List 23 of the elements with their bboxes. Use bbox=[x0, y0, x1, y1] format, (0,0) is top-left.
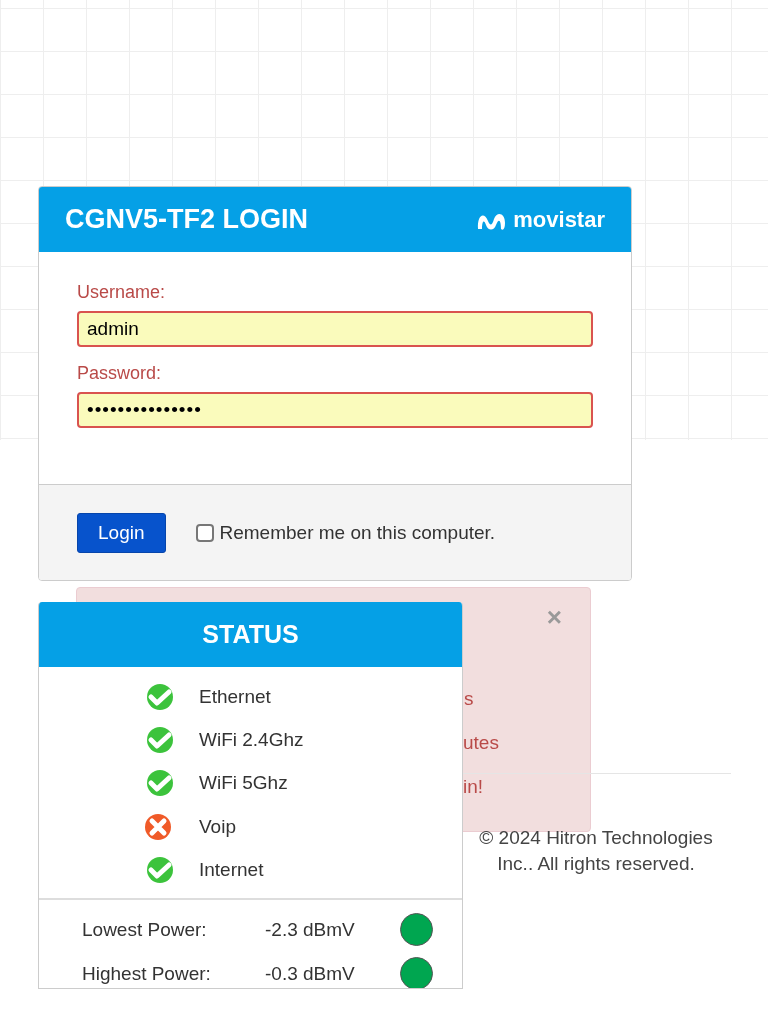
status-label: WiFi 2.4Ghz bbox=[199, 729, 304, 752]
login-title: CGNV5-TF2 LOGIN bbox=[65, 204, 308, 235]
remember-checkbox[interactable] bbox=[195, 523, 214, 542]
username-field[interactable]: admin bbox=[77, 311, 593, 347]
power-label: Highest Power: bbox=[82, 962, 212, 985]
copyright-text: © 2024 Hitron Technologies Inc.. All rights reserved. bbox=[479, 827, 713, 874]
status-label: Ethernet bbox=[199, 685, 271, 708]
alert-text: utes bbox=[463, 732, 499, 754]
remember-label: Remember me on this computer. bbox=[219, 521, 496, 544]
alert-text: in! bbox=[463, 776, 484, 798]
password-field[interactable]: ••••••••••••••• bbox=[77, 392, 593, 428]
brand-name: movistar bbox=[513, 206, 605, 233]
alert-text: s bbox=[464, 688, 474, 710]
status-header: STATUS bbox=[39, 602, 462, 667]
status-label: WiFi 5Ghz bbox=[199, 772, 288, 795]
field-label: Username: bbox=[77, 282, 167, 303]
power-label: Lowest Power: bbox=[82, 918, 208, 941]
field-label: Password: bbox=[77, 363, 163, 384]
login-button[interactable]: Login bbox=[77, 512, 166, 553]
power-value: -2.3 dBmV bbox=[265, 918, 356, 941]
power-value: -0.3 dBmV bbox=[265, 962, 356, 985]
status-label: Internet bbox=[199, 859, 264, 882]
status-label: Voip bbox=[199, 815, 236, 838]
